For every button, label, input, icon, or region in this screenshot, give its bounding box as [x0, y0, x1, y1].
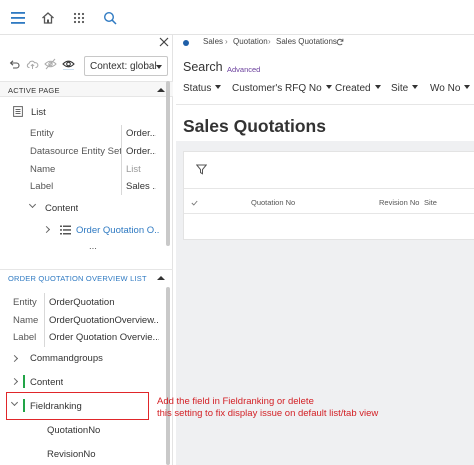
advanced-search-link[interactable]: Advanced [227, 65, 260, 74]
more-items[interactable]: ... [89, 241, 97, 252]
column-header-quotation-no[interactable]: Quotation No [251, 198, 295, 207]
column-header-site[interactable]: Site [424, 198, 437, 207]
annotation-line: this setting to fix display issue on def… [157, 408, 379, 419]
property-key: Name [30, 164, 56, 175]
filter-funnel-icon[interactable] [195, 164, 208, 177]
search-title: Search [183, 60, 223, 74]
filter-created[interactable]: Created [335, 83, 381, 94]
property-value: Order... [126, 146, 156, 157]
caret-down-icon [464, 85, 471, 89]
close-icon[interactable] [158, 36, 172, 50]
annotation-line: Add the field in Fieldranking or delete [157, 396, 314, 407]
page-title: Sales Quotations [183, 116, 326, 136]
tree-child-quotationno[interactable]: QuotationNo [47, 425, 100, 436]
property-value: Sales ... [126, 181, 156, 192]
caret-down-icon [325, 85, 332, 89]
refresh-icon[interactable] [336, 38, 344, 48]
grid-divider [184, 188, 474, 189]
selected-tree-item[interactable]: Order Quotation O... [76, 225, 160, 236]
active-page-heading[interactable]: ACTIVE PAGE [0, 81, 173, 97]
breadcrumb-sales[interactable]: Sales [203, 37, 223, 46]
top-navigation-bar [0, 0, 474, 35]
scrollbar[interactable] [166, 287, 170, 465]
visibility-icon[interactable] [62, 58, 76, 72]
filter-label: Status [183, 83, 212, 94]
filter-site[interactable]: Site [391, 83, 419, 94]
grid-divider [184, 213, 474, 214]
undo-icon[interactable] [8, 58, 22, 72]
chevron-down-icon[interactable] [28, 200, 37, 209]
home-dot-icon[interactable] [183, 40, 189, 46]
property-key: Datasource Entity Set [30, 146, 122, 157]
content-node-label[interactable]: Content [45, 203, 78, 214]
quotations-list-grid: Quotation No Revision No Site [183, 151, 474, 240]
page-icon [13, 106, 23, 119]
chevron-right-icon[interactable] [42, 225, 51, 234]
filter-label: Customer's RFQ No [232, 83, 322, 94]
property-value: OrderQuotationOverview... [49, 315, 159, 326]
property-value: OrderQuotation [49, 297, 115, 308]
property-key: Name [13, 315, 39, 326]
highlight-box [6, 392, 149, 420]
hamburger-menu-icon[interactable] [2, 0, 33, 35]
chevron-right-icon[interactable] [10, 354, 19, 363]
filter-label: Site [391, 83, 409, 94]
breadcrumb-sales-quotations[interactable]: Sales Quotations [276, 37, 337, 46]
breadcrumb-quotation[interactable]: Quotation [233, 37, 268, 46]
property-value: Order Quotation Overvie... [49, 332, 159, 343]
search-icon[interactable] [94, 0, 125, 35]
breadcrumb-separator: › [225, 37, 228, 46]
overview-list-heading-label: ORDER QUOTATION OVERVIEW LIST [8, 274, 147, 283]
tree-item-content[interactable]: Content [30, 377, 63, 388]
chevron-right-icon[interactable] [10, 377, 19, 386]
caret-down-icon [374, 85, 381, 89]
property-key: Label [13, 332, 37, 343]
cloud-upload-icon[interactable] [26, 58, 40, 72]
list-node-label: List [31, 107, 46, 118]
property-value: List [126, 164, 141, 175]
home-icon[interactable] [32, 0, 63, 35]
status-indicator [23, 375, 25, 388]
chevron-down-icon [156, 65, 162, 69]
filter-status[interactable]: Status [183, 83, 222, 94]
chevron-up-icon [157, 88, 165, 92]
hide-icon[interactable] [44, 58, 58, 72]
filter-wo-no[interactable]: Wo No [430, 83, 471, 94]
apps-grid-icon[interactable] [63, 0, 94, 35]
caret-down-icon [412, 85, 419, 89]
filter-label: Wo No [430, 83, 461, 94]
property-divider [121, 125, 122, 195]
tree-item-commandgroups[interactable]: Commandgroups [30, 353, 103, 364]
chevron-up-icon [157, 276, 165, 280]
overview-list-heading[interactable]: ORDER QUOTATION OVERVIEW LIST [0, 269, 173, 285]
scrollbar[interactable] [166, 81, 170, 246]
divider [176, 104, 474, 105]
active-page-heading-label: ACTIVE PAGE [8, 86, 60, 95]
property-key: Entity [13, 297, 37, 308]
list-tree-icon [60, 225, 71, 237]
select-all-check-icon[interactable] [191, 198, 198, 208]
filter-label: Created [335, 83, 371, 94]
property-key: Entity [30, 128, 54, 139]
context-select-value: Context: global [90, 61, 157, 72]
property-value: Order... [126, 128, 156, 139]
breadcrumb-separator: › [268, 37, 271, 46]
annotation-note: Add the field in Fieldranking or delete … [157, 396, 378, 420]
filter-customers-rfq-no[interactable]: Customer's RFQ No [232, 83, 332, 94]
caret-down-icon [215, 85, 222, 89]
property-divider [44, 293, 45, 347]
tree-child-revisionno[interactable]: RevisionNo [47, 449, 96, 460]
column-header-revision-no[interactable]: Revision No [379, 198, 419, 207]
context-select[interactable]: Context: global [84, 56, 168, 76]
property-key: Label [30, 181, 54, 192]
panel-toolbar: Context: global [0, 53, 173, 78]
